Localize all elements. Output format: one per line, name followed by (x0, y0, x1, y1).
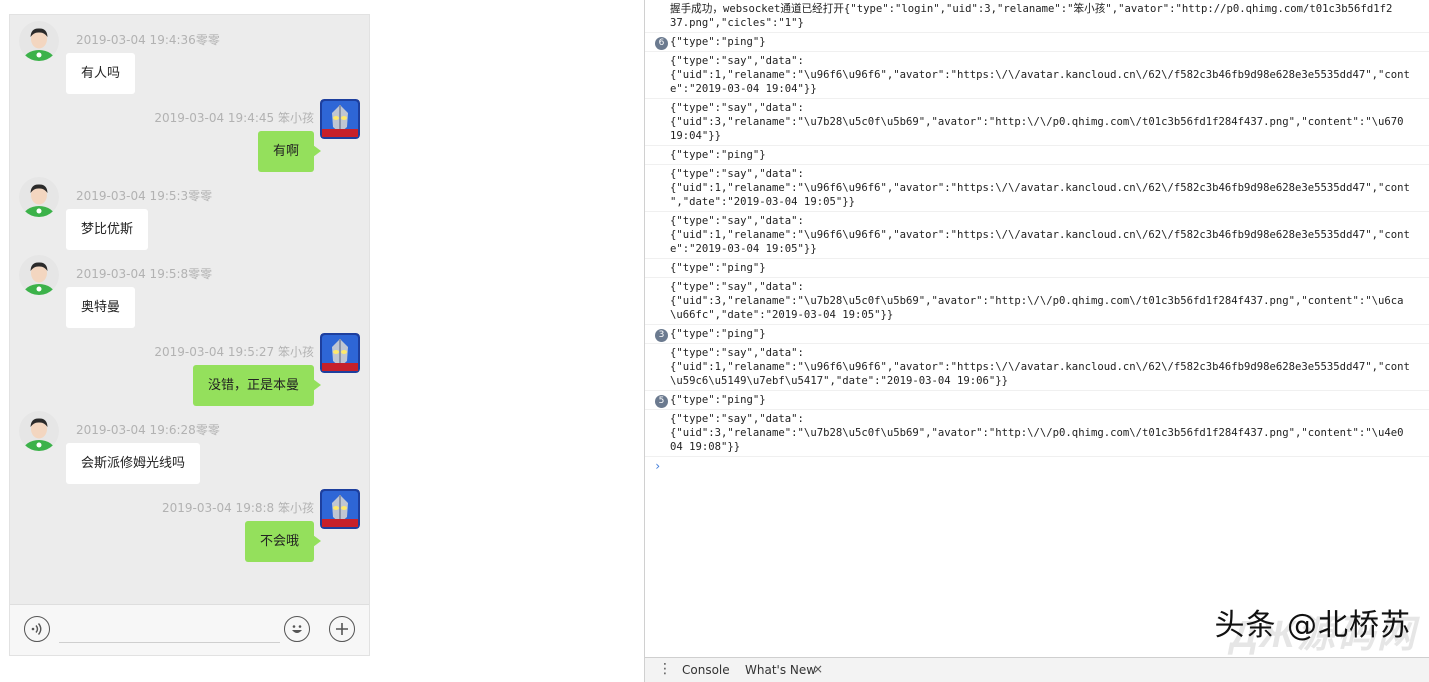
avatar[interactable] (19, 255, 59, 295)
console-log: 握手成功，websocket通道已经打开{"type":"login","uid… (645, 0, 1429, 473)
console-message-text: {"type":"ping"} (670, 394, 766, 406)
message-meta: 2019-03-04 19:4:45 笨小孩 (154, 111, 314, 125)
console-message: 握手成功，websocket通道已经打开{"type":"login","uid… (645, 0, 1429, 33)
console-message-text: {"type":"say","data": {"uid":1,"relaname… (670, 347, 1410, 387)
chat-message: 2019-03-04 19:8:8 笨小孩不会哦 (10, 489, 369, 565)
chat-window: 2019-03-04 19:4:36零零 有人吗 2019-03-04 19:4:4… (9, 14, 370, 656)
console-message-text: 握手成功，websocket通道已经打开{"type":"login","uid… (670, 3, 1393, 29)
repeat-count-badge: 3 (655, 329, 668, 342)
console-message: {"type":"say","data": {"uid":3,"relaname… (645, 99, 1429, 146)
console-message-text: {"type":"ping"} (670, 328, 766, 340)
console-message: {"type":"say","data": {"uid":1,"relaname… (645, 344, 1429, 391)
console-message-text: {"type":"ping"} (670, 149, 766, 161)
console-message-text: {"type":"say","data": {"uid":1,"relaname… (670, 55, 1410, 95)
message-meta: 2019-03-04 19:4:36零零 (76, 33, 220, 47)
message-bubble: 有人吗 (66, 53, 136, 94)
console-message: {"type":"say","data": {"uid":1,"relaname… (645, 212, 1429, 259)
emoji-icon[interactable] (284, 616, 310, 642)
message-bubble: 奥特曼 (66, 287, 136, 328)
message-meta: 2019-03-04 19:5:8零零 (76, 267, 213, 281)
console-prompt[interactable]: › (645, 457, 1429, 473)
chat-message: 2019-03-04 19:5:3零零梦比优斯 (10, 177, 369, 253)
prompt-chevron-icon: › (654, 459, 662, 473)
chat-message: 2019-03-04 19:4:36零零有人吗 (10, 21, 369, 97)
console-message: 5 {"type":"ping"} (645, 391, 1429, 410)
chat-message: 2019-03-04 19:5:8零零奥特曼 (10, 255, 369, 331)
message-bubble: 没错，正是本曼 (192, 365, 322, 406)
console-message: {"type":"say","data": {"uid":1,"relaname… (645, 165, 1429, 212)
devtools-console-panel: 握手成功，websocket通道已经打开{"type":"login","uid… (644, 0, 1429, 682)
message-bubble: 梦比优斯 (66, 209, 149, 250)
message-meta: 2019-03-04 19:6:28零零 (76, 423, 220, 437)
repeat-count-badge: 5 (655, 395, 668, 408)
chat-input-bar (10, 604, 369, 655)
message-bubble: 有啊 (257, 131, 322, 172)
chat-message: 2019-03-04 19:6:28零零会斯派修姆光线吗 (10, 411, 369, 487)
avatar[interactable] (320, 489, 360, 529)
console-message-text: {"type":"say","data": {"uid":1,"relaname… (670, 215, 1410, 255)
console-message-text: {"type":"ping"} (670, 36, 766, 48)
console-message: {"type":"ping"} (645, 259, 1429, 278)
message-bubble: 不会哦 (244, 521, 322, 562)
avatar[interactable] (320, 333, 360, 373)
plus-icon[interactable] (329, 616, 355, 642)
console-message: {"type":"say","data": {"uid":1,"relaname… (645, 52, 1429, 99)
console-message: 3 {"type":"ping"} (645, 325, 1429, 344)
message-meta: 2019-03-04 19:5:3零零 (76, 189, 213, 203)
console-message-text: {"type":"say","data": {"uid":3,"relaname… (670, 413, 1404, 453)
more-menu-icon[interactable]: ⋮ (658, 661, 672, 677)
watermark-text: 头条 @北桥苏 (1214, 608, 1411, 643)
close-icon[interactable]: × (813, 662, 823, 676)
avatar[interactable] (19, 177, 59, 217)
message-input[interactable] (59, 642, 280, 643)
avatar[interactable] (320, 99, 360, 139)
avatar[interactable] (19, 411, 59, 451)
message-bubble: 会斯派修姆光线吗 (66, 443, 201, 484)
console-message: {"type":"ping"} (645, 146, 1429, 165)
console-message-text: {"type":"say","data": {"uid":3,"relaname… (670, 281, 1404, 321)
console-message-text: {"type":"say","data": {"uid":1,"relaname… (670, 168, 1410, 208)
chat-message: 2019-03-04 19:4:45 笨小孩有啊 (10, 99, 369, 175)
chat-message: 2019-03-04 19:5:27 笨小孩没错，正是本曼 (10, 333, 369, 409)
devtools-drawer: ⋮ Console What's New × (645, 657, 1429, 682)
console-message-text: {"type":"ping"} (670, 262, 766, 274)
console-message: {"type":"say","data": {"uid":3,"relaname… (645, 278, 1429, 325)
message-meta: 2019-03-04 19:5:27 笨小孩 (154, 345, 314, 359)
tab-console[interactable]: Console (682, 663, 730, 677)
repeat-count-badge: 6 (655, 37, 668, 50)
avatar[interactable] (19, 21, 59, 61)
console-message: 6 {"type":"ping"} (645, 33, 1429, 52)
console-message: {"type":"say","data": {"uid":3,"relaname… (645, 410, 1429, 457)
message-meta: 2019-03-04 19:8:8 笨小孩 (162, 501, 314, 515)
voice-icon[interactable] (24, 616, 50, 642)
console-message-text: {"type":"say","data": {"uid":3,"relaname… (670, 102, 1404, 142)
tab-whats-new[interactable]: What's New (745, 663, 816, 677)
